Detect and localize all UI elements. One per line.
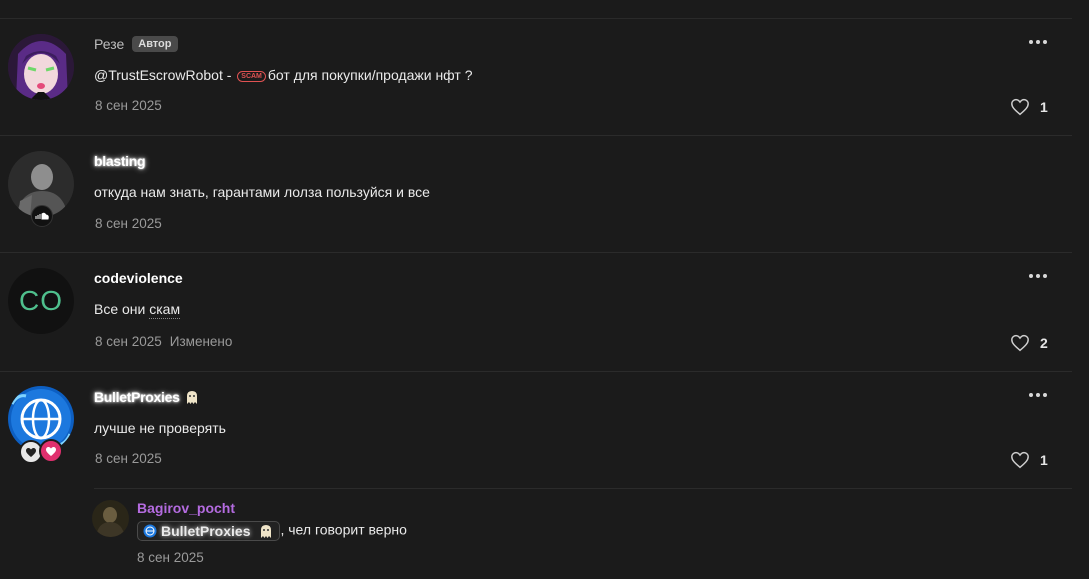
reply-date[interactable]: 8 сен 2025 bbox=[137, 550, 204, 565]
reply-text: BulletProxies , чел говорит верно bbox=[137, 521, 407, 541]
avatar-anime-image bbox=[8, 34, 74, 100]
scrollbar-track[interactable] bbox=[1072, 0, 1089, 579]
heart-icon bbox=[46, 446, 56, 456]
reply-avatar[interactable] bbox=[92, 500, 129, 537]
mention-chip[interactable]: BulletProxies bbox=[137, 521, 281, 541]
ghost-icon bbox=[186, 391, 197, 404]
comment-text-part: Все они bbox=[94, 301, 146, 317]
soundcloud-badge bbox=[31, 205, 53, 227]
author-badge: Автор bbox=[132, 36, 178, 52]
like-count: 1 bbox=[1040, 452, 1048, 468]
author-name[interactable]: codeviolence bbox=[94, 270, 183, 286]
avatar[interactable] bbox=[8, 34, 74, 100]
mention-link[interactable]: @TrustEscrowRobot - bbox=[94, 67, 231, 83]
author-name[interactable]: Резе bbox=[94, 36, 124, 52]
pink-heart-badge bbox=[39, 439, 63, 463]
heart-icon bbox=[26, 447, 36, 457]
mention-name: BulletProxies bbox=[161, 523, 251, 539]
divider bbox=[0, 252, 1072, 253]
reply-text-rest: , чел говорит верно bbox=[280, 521, 407, 538]
comment-text: Все они скам bbox=[94, 301, 181, 319]
top-divider bbox=[0, 0, 1072, 19]
reply-divider bbox=[94, 488, 1072, 489]
comment-text: откуда нам знать, гарантами лолза пользу… bbox=[94, 184, 430, 200]
comment-text: @TrustEscrowRobot - SCAM бот для покупки/… bbox=[94, 67, 473, 83]
heart-icon bbox=[1011, 334, 1029, 352]
ghost-icon bbox=[261, 525, 272, 538]
like-button[interactable]: 2 bbox=[1010, 333, 1048, 353]
date-link[interactable]: 8 сен 2025 bbox=[95, 334, 162, 349]
tooltip-term[interactable]: скам bbox=[149, 301, 181, 319]
like-count: 2 bbox=[1040, 335, 1048, 351]
more-options-button[interactable] bbox=[1026, 36, 1050, 48]
comment-author[interactable]: Резе Автор bbox=[94, 36, 178, 52]
divider bbox=[0, 371, 1072, 372]
author-name[interactable]: blasting bbox=[94, 153, 146, 169]
like-button[interactable]: 1 bbox=[1010, 97, 1048, 117]
divider bbox=[0, 135, 1072, 136]
heart-icon bbox=[1011, 98, 1029, 116]
heart-icon bbox=[1011, 451, 1029, 469]
author-name[interactable]: BulletProxies bbox=[94, 389, 180, 405]
like-button[interactable]: 1 bbox=[1010, 450, 1048, 470]
more-options-button[interactable] bbox=[1026, 389, 1050, 401]
avatar-dark-image bbox=[92, 500, 129, 537]
comment-text-rest: бот для покупки/продажи нфт ? bbox=[267, 67, 473, 83]
comment-date[interactable]: 8 сен 2025 bbox=[95, 216, 162, 231]
more-options-button[interactable] bbox=[1026, 270, 1050, 282]
comment-author[interactable]: BulletProxies bbox=[94, 389, 200, 405]
reply-author-name[interactable]: Bagirov_pocht bbox=[137, 500, 235, 516]
scam-badge: SCAM bbox=[237, 71, 266, 82]
globe-icon bbox=[143, 524, 157, 538]
edited-label: Изменено bbox=[169, 334, 233, 349]
comment-date[interactable]: 8 сен 2025 bbox=[95, 98, 162, 113]
comment-text: лучше не проверять bbox=[94, 420, 226, 436]
avatar-initials: CO bbox=[19, 285, 63, 316]
comment-date[interactable]: 8 сен 2025 bbox=[95, 451, 162, 466]
comment-date: 8 сен 2025 Изменено bbox=[95, 334, 232, 349]
like-count: 1 bbox=[1040, 99, 1048, 115]
soundcloud-icon bbox=[35, 212, 49, 220]
avatar[interactable]: CO bbox=[8, 268, 74, 334]
